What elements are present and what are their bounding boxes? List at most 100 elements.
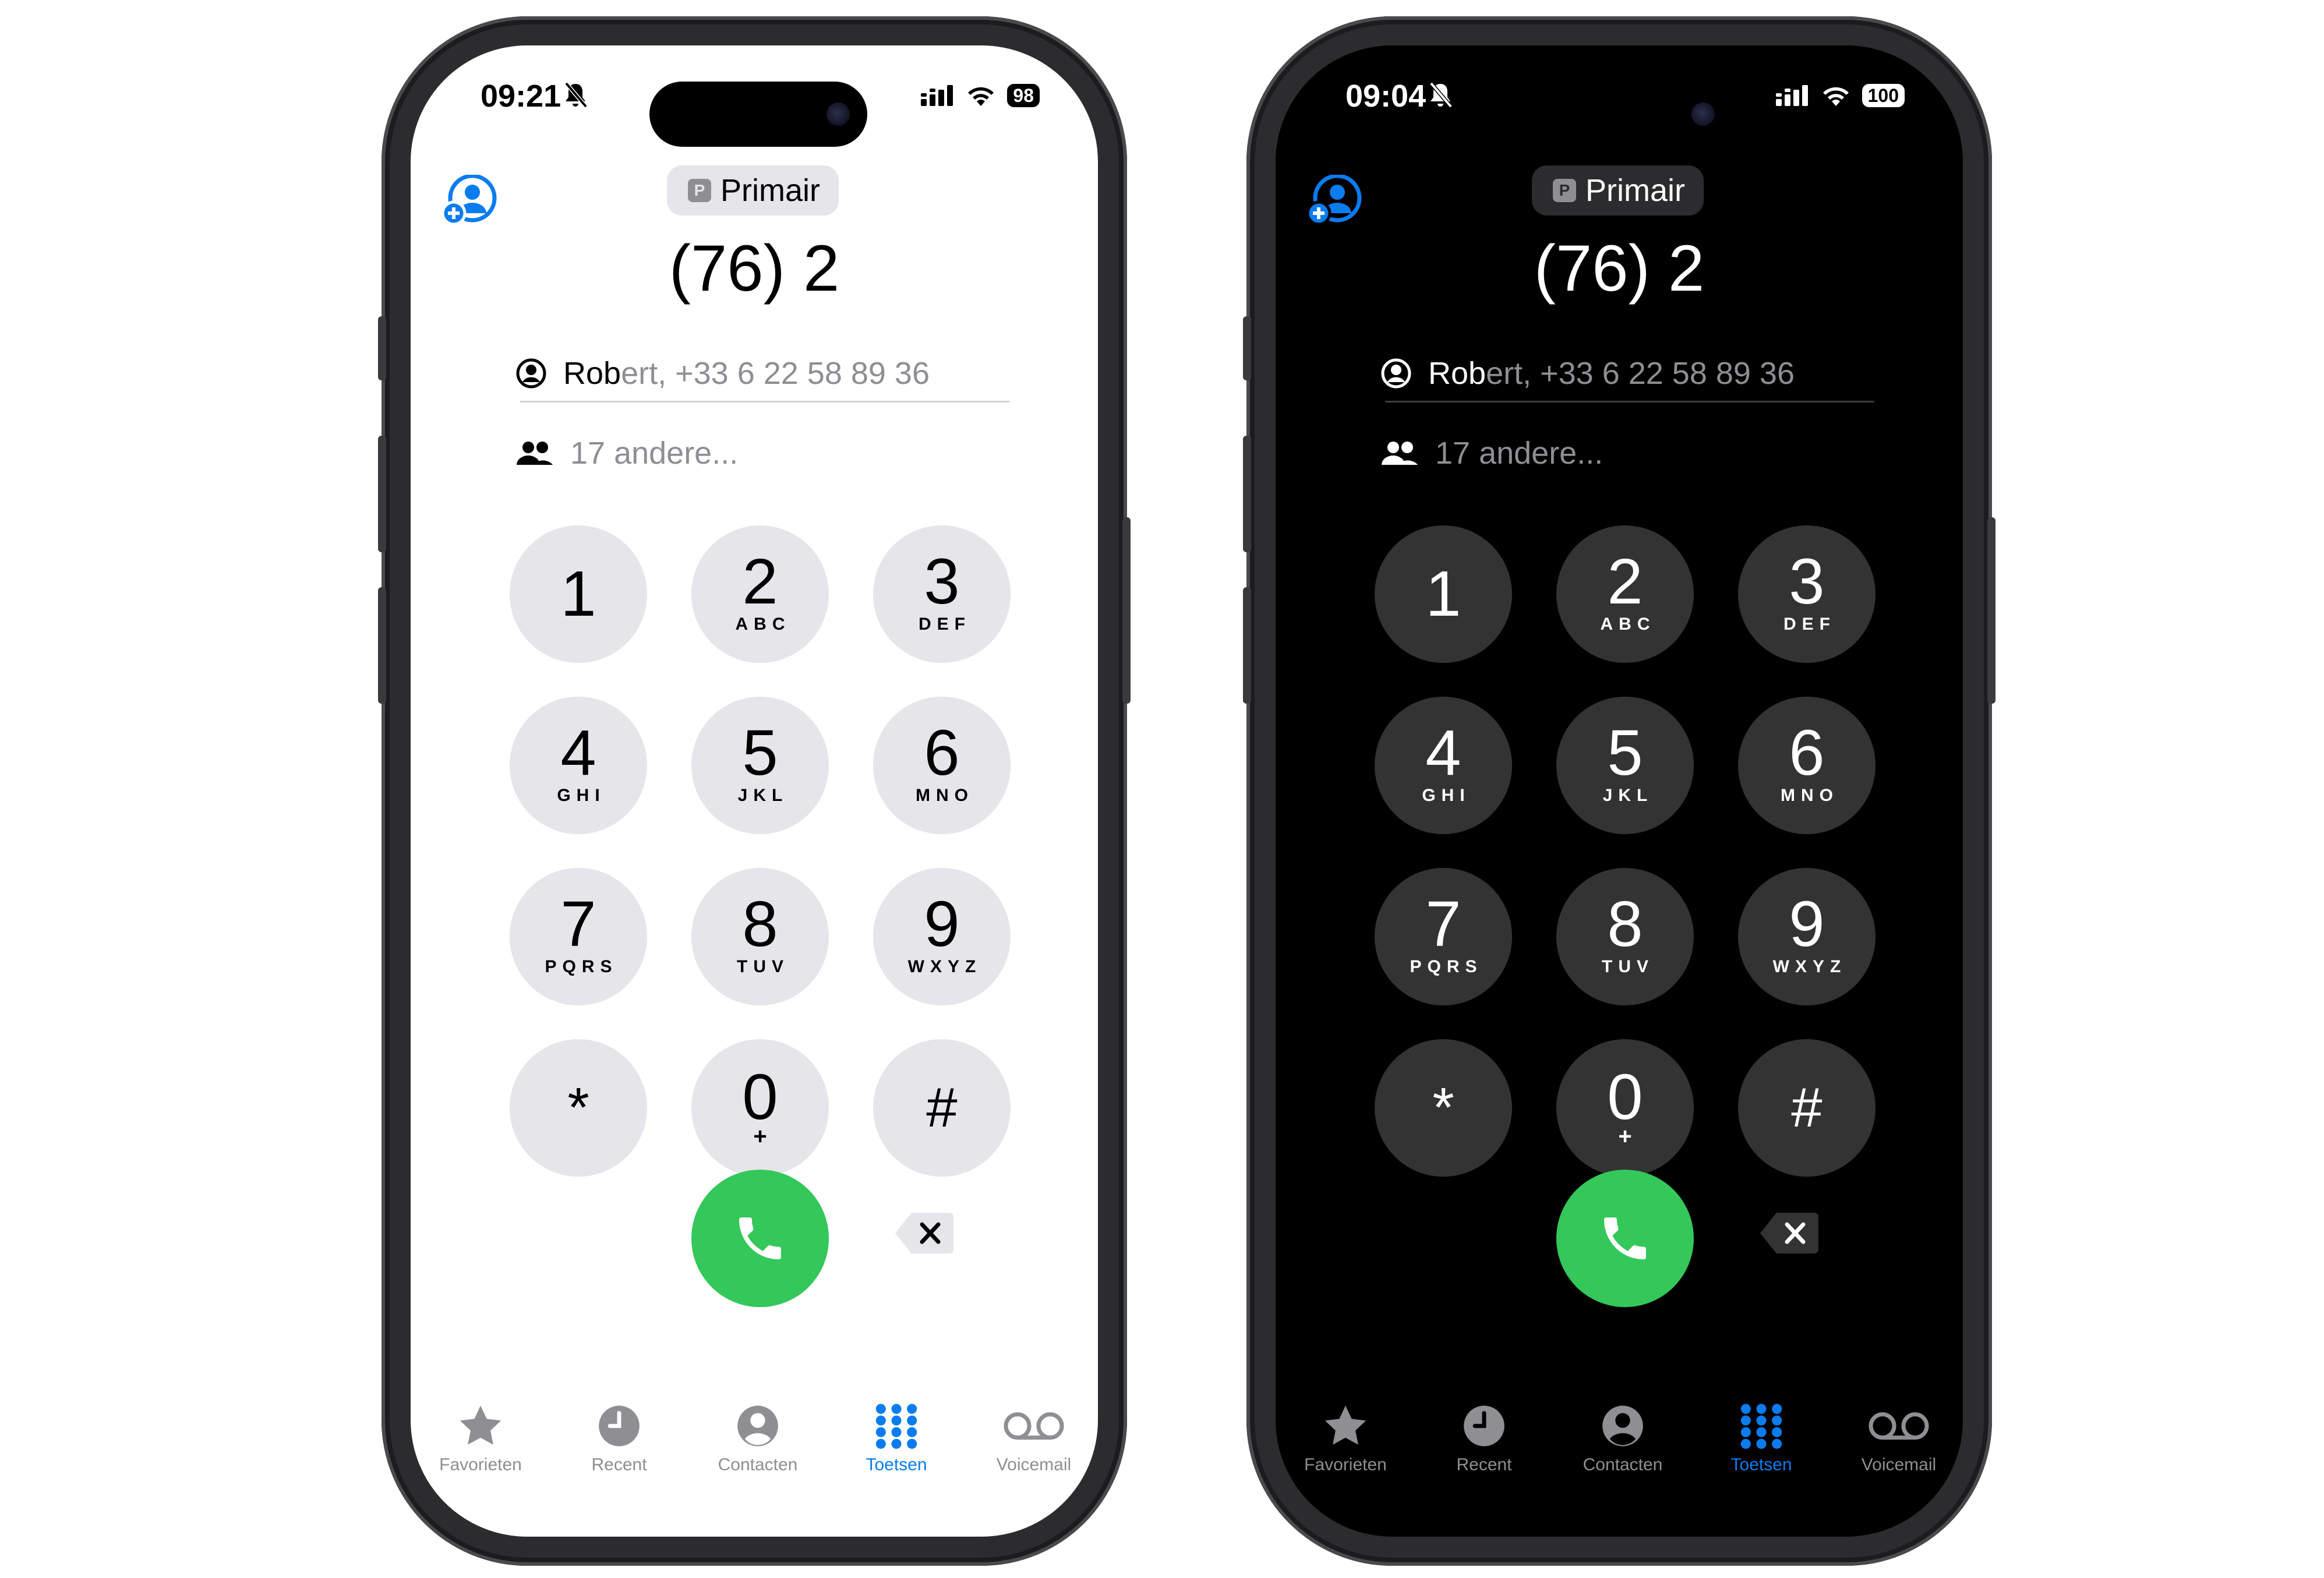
key-3[interactable]: 3 DEF (1738, 525, 1876, 663)
key-star[interactable]: * (1375, 1039, 1512, 1177)
volume-down-button (378, 587, 386, 704)
action-button (378, 316, 386, 380)
key-2[interactable]: 2 ABC (1556, 525, 1694, 663)
key-1[interactable]: 1 (510, 525, 647, 663)
tab-favorieten[interactable]: Favorieten (416, 1397, 545, 1475)
tab-favorieten[interactable]: Favorieten (1281, 1397, 1410, 1475)
line-badge: P (1553, 179, 1576, 202)
phone-screen: 09:04 100 P Primair (76) 2 Robert, +33 6… (1276, 45, 1963, 1537)
status-icons: 100 (1775, 84, 1905, 107)
phone-light: 09:21 98 P Primair (76) 2 Robert, +33 6 … (378, 16, 1131, 1566)
line-selector-button[interactable]: P Primair (667, 165, 839, 216)
other-suggestions-label: 17 andere... (570, 436, 739, 471)
other-suggestions[interactable]: 17 andere... (1380, 430, 1603, 476)
cellular-signal-icon (1775, 85, 1808, 106)
person-circle-icon (1602, 1406, 1643, 1446)
clock-icon (1464, 1406, 1504, 1446)
key-0[interactable]: 0 + (1556, 1039, 1694, 1177)
status-icons: 98 (921, 84, 1040, 107)
side-button (1122, 517, 1131, 704)
volume-up-button (378, 436, 386, 552)
status-time: 09:04 (1345, 79, 1426, 114)
key-7[interactable]: 7 PQRS (510, 868, 647, 1005)
key-6[interactable]: 6 MNO (873, 697, 1011, 834)
clock-icon (599, 1406, 640, 1446)
key-star[interactable]: * (510, 1039, 647, 1177)
add-contact-icon[interactable] (1306, 175, 1362, 228)
tab-recent[interactable]: Recent (1420, 1397, 1548, 1475)
delete-icon[interactable] (1759, 1212, 1820, 1255)
suggestion-divider (1385, 401, 1874, 403)
tab-bar: Favorieten Recent Contacten Toetsen Voic… (1276, 1397, 1963, 1496)
other-suggestions-label: 17 andere... (1435, 436, 1604, 471)
person-circle-icon (1381, 358, 1411, 389)
key-hash[interactable]: # (1738, 1039, 1876, 1177)
tab-voicemail[interactable]: Voicemail (1835, 1397, 1963, 1475)
camera-icon (1691, 103, 1715, 126)
bell-muted-icon (1429, 82, 1453, 108)
contact-suggestion[interactable]: Robert, +33 6 22 58 89 36 (1380, 350, 1870, 397)
voicemail-icon (1869, 1412, 1929, 1440)
key-5[interactable]: 5 JKL (1556, 697, 1694, 834)
suggestion-divider (520, 401, 1009, 403)
other-suggestions[interactable]: 17 andere... (515, 430, 738, 476)
call-button[interactable] (1556, 1170, 1694, 1307)
people-icon (1382, 442, 1418, 465)
volume-down-button (1243, 587, 1251, 704)
key-1[interactable]: 1 (1375, 525, 1512, 663)
status-time: 09:21 (481, 79, 561, 114)
dynamic-island (649, 82, 867, 147)
line-selector-button[interactable]: P Primair (1532, 165, 1704, 216)
tab-recent[interactable]: Recent (555, 1397, 683, 1475)
line-label: Primair (720, 173, 820, 208)
line-label: Primair (1585, 173, 1685, 208)
contact-suggestion[interactable]: Robert, +33 6 22 58 89 36 (515, 350, 1005, 397)
call-button[interactable] (691, 1170, 829, 1307)
voicemail-icon (1004, 1412, 1064, 1440)
add-contact-icon[interactable] (441, 175, 497, 228)
star-icon (460, 1406, 501, 1445)
people-icon (517, 442, 553, 465)
battery-indicator: 100 (1862, 84, 1905, 107)
dynamic-island (1514, 82, 1732, 147)
key-hash[interactable]: # (873, 1039, 1011, 1177)
camera-icon (827, 103, 850, 126)
keypad-icon (875, 1404, 917, 1449)
star-icon (1325, 1406, 1366, 1445)
phone-icon (1604, 1217, 1646, 1259)
side-button (1987, 517, 1995, 704)
person-circle-icon (516, 358, 546, 389)
suggestion-match: Rob (1428, 356, 1486, 391)
key-5[interactable]: 5 JKL (691, 697, 829, 834)
keypad-icon (1740, 1404, 1782, 1449)
tab-toetsen[interactable]: Toetsen (832, 1397, 960, 1475)
suggestion-rest: ert, +33 6 22 58 89 36 (621, 356, 930, 391)
delete-icon[interactable] (894, 1212, 955, 1255)
volume-up-button (1243, 436, 1251, 552)
tab-bar: Favorieten Recent Contacten Toetsen Voic… (411, 1397, 1098, 1496)
key-0[interactable]: 0 + (691, 1039, 829, 1177)
suggestion-rest: ert, +33 6 22 58 89 36 (1486, 356, 1795, 391)
key-2[interactable]: 2 ABC (691, 525, 829, 663)
line-badge: P (688, 179, 711, 202)
key-8[interactable]: 8 TUV (691, 868, 829, 1005)
battery-indicator: 98 (1007, 84, 1040, 107)
key-3[interactable]: 3 DEF (873, 525, 1011, 663)
key-9[interactable]: 9 WXYZ (1738, 868, 1876, 1005)
bell-muted-icon (564, 82, 588, 108)
key-7[interactable]: 7 PQRS (1375, 868, 1512, 1005)
key-6[interactable]: 6 MNO (1738, 697, 1876, 834)
cellular-signal-icon (921, 85, 953, 106)
dialed-number: (76) 2 (1534, 232, 1705, 305)
person-circle-icon (737, 1406, 778, 1446)
key-8[interactable]: 8 TUV (1556, 868, 1694, 1005)
tab-toetsen[interactable]: Toetsen (1697, 1397, 1825, 1475)
key-4[interactable]: 4 GHI (1375, 697, 1512, 834)
phone-screen: 09:21 98 P Primair (76) 2 Robert, +33 6 … (411, 45, 1098, 1537)
tab-contacten[interactable]: Contacten (694, 1397, 822, 1475)
key-9[interactable]: 9 WXYZ (873, 868, 1011, 1005)
tab-contacten[interactable]: Contacten (1559, 1397, 1687, 1475)
tab-voicemail[interactable]: Voicemail (970, 1397, 1098, 1475)
key-4[interactable]: 4 GHI (510, 697, 647, 834)
wifi-icon (968, 87, 994, 106)
